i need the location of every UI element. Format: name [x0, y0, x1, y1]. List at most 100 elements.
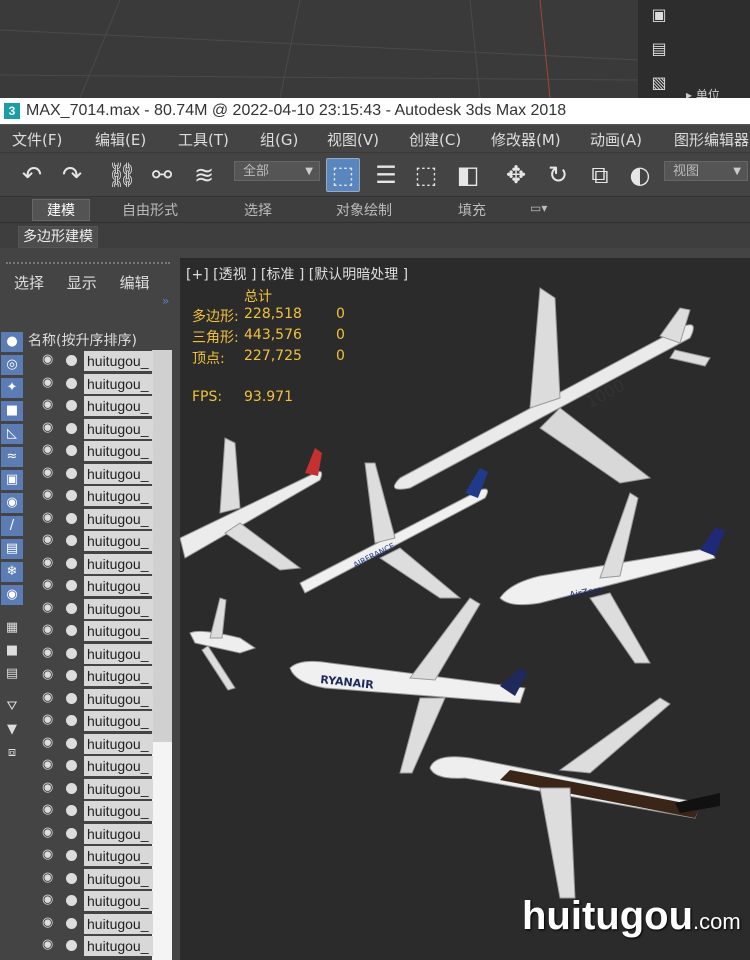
- list-item[interactable]: ◉ huitugou_: [28, 665, 174, 687]
- visibility-eye-icon[interactable]: ◉: [42, 600, 53, 615]
- camera-icon[interactable]: ▣: [648, 6, 670, 24]
- object-name[interactable]: huitugou_: [84, 598, 153, 619]
- filter-settings-icon[interactable]: ⛛: [1, 697, 23, 717]
- object-name[interactable]: huitugou_: [84, 396, 153, 416]
- visibility-eye-icon[interactable]: ◉: [42, 892, 53, 907]
- name-column-header[interactable]: 名称(按升序排序): [28, 330, 137, 350]
- cameras-filter-icon[interactable]: ■: [1, 401, 23, 421]
- freeze-toggle-icon[interactable]: [66, 557, 77, 569]
- visibility-eye-icon[interactable]: ◉: [42, 757, 53, 772]
- freeze-toggle-icon[interactable]: [66, 490, 77, 501]
- list-item[interactable]: ◉ huitugou_: [28, 710, 174, 732]
- object-name[interactable]: huitugou_: [84, 508, 153, 529]
- xrefs-filter-icon[interactable]: ◉: [1, 493, 23, 513]
- object-name[interactable]: huitugou_: [84, 418, 153, 439]
- visibility-eye-icon[interactable]: ◉: [42, 555, 53, 570]
- list-item[interactable]: ◉ huitugou_: [28, 890, 174, 912]
- object-name[interactable]: huitugou_: [84, 666, 153, 686]
- rect-selection-region-icon[interactable]: ⬚: [410, 159, 442, 191]
- reference-coordinate-dropdown[interactable]: 视图 ▼: [664, 161, 748, 181]
- visibility-eye-icon[interactable]: ◉: [42, 577, 53, 592]
- link-icon[interactable]: ⛓: [106, 159, 138, 191]
- list-item[interactable]: ◉ huitugou_: [28, 418, 174, 440]
- list-item[interactable]: ◉ huitugou_: [28, 733, 174, 755]
- visibility-eye-icon[interactable]: ◉: [42, 825, 53, 840]
- visibility-eye-icon[interactable]: ◉: [42, 622, 53, 637]
- freeze-toggle-icon[interactable]: [66, 647, 77, 659]
- menu-graph-editors[interactable]: 图形编辑器: [674, 129, 749, 150]
- list-item[interactable]: ◉ huitugou_: [28, 755, 174, 777]
- object-name[interactable]: huitugou_: [84, 441, 153, 461]
- spacewarps-filter-icon[interactable]: ≈: [1, 447, 23, 467]
- visibility-eye-icon[interactable]: ◉: [42, 442, 53, 457]
- object-name[interactable]: huitugou_: [84, 688, 153, 709]
- display-none-icon[interactable]: ■: [1, 641, 23, 661]
- selection-filter-dropdown[interactable]: 全部 ▼: [234, 161, 320, 181]
- shapes-filter-icon[interactable]: ◎: [1, 355, 23, 375]
- visibility-eye-icon[interactable]: ◉: [42, 847, 53, 862]
- menu-group[interactable]: 组(G): [260, 129, 298, 150]
- freeze-toggle-icon[interactable]: [66, 512, 77, 524]
- freeze-toggle-icon[interactable]: [66, 580, 77, 591]
- menu-edit[interactable]: 编辑(E): [95, 129, 146, 150]
- object-name[interactable]: huitugou_: [84, 891, 153, 911]
- polygon-modeling-panel[interactable]: 多边形建模: [18, 226, 98, 248]
- object-name[interactable]: huitugou_: [84, 553, 153, 574]
- object-name[interactable]: huitugou_: [84, 463, 153, 484]
- list-item[interactable]: ◉ huitugou_: [28, 800, 174, 822]
- tab-modeling[interactable]: 建模: [32, 199, 90, 221]
- list-item[interactable]: ◉ huitugou_: [28, 575, 174, 597]
- menu-file[interactable]: 文件(F): [12, 129, 62, 150]
- image-icon[interactable]: ▧: [648, 74, 670, 92]
- visibility-eye-icon[interactable]: ◉: [42, 780, 53, 795]
- object-name[interactable]: huitugou_: [84, 778, 153, 799]
- freeze-toggle-icon[interactable]: [66, 377, 77, 389]
- containers-filter-icon[interactable]: ▤: [1, 539, 23, 559]
- double-chevron-icon[interactable]: »: [162, 294, 169, 308]
- tab-populate[interactable]: 填充: [458, 200, 486, 220]
- rotate-icon[interactable]: ↻: [542, 159, 574, 191]
- visibility-eye-icon[interactable]: ◉: [42, 690, 53, 705]
- geometry-filter-icon[interactable]: ●: [1, 332, 23, 352]
- object-name[interactable]: huitugou_: [84, 711, 153, 731]
- list-item[interactable]: ◉ huitugou_: [28, 553, 174, 575]
- visibility-eye-icon[interactable]: ◉: [42, 802, 53, 817]
- tab-freeform[interactable]: 自由形式: [122, 200, 178, 220]
- list-item[interactable]: ◉ huitugou_: [28, 598, 174, 620]
- object-name[interactable]: huitugou_: [84, 531, 153, 551]
- ribbon-options-icon[interactable]: ▭▾: [530, 201, 547, 215]
- visibility-eye-icon[interactable]: ◉: [42, 420, 53, 435]
- object-name[interactable]: huitugou_: [84, 486, 153, 506]
- freeze-toggle-icon[interactable]: [66, 535, 77, 546]
- list-item[interactable]: ◉ huitugou_: [28, 373, 174, 395]
- visibility-eye-icon[interactable]: ◉: [42, 645, 53, 660]
- freeze-toggle-icon[interactable]: [66, 400, 77, 411]
- object-name[interactable]: huitugou_: [84, 913, 153, 934]
- helpers-filter-icon[interactable]: ◺: [1, 424, 23, 444]
- layers-icon[interactable]: ⧈: [1, 743, 23, 763]
- menu-display[interactable]: 显示: [67, 274, 97, 292]
- list-item[interactable]: ◉ huitugou_: [28, 868, 174, 890]
- freeze-toggle-icon[interactable]: [66, 670, 77, 681]
- menu-animation[interactable]: 动画(A): [590, 129, 642, 150]
- placement-icon[interactable]: ◐: [624, 159, 656, 191]
- freeze-toggle-icon[interactable]: [66, 355, 77, 366]
- visibility-eye-icon[interactable]: ◉: [42, 712, 53, 727]
- list-item[interactable]: ◉ huitugou_: [28, 845, 174, 867]
- menu-create[interactable]: 创建(C): [409, 129, 461, 150]
- list-item[interactable]: ◉ huitugou_: [28, 530, 174, 552]
- menu-tools[interactable]: 工具(T): [178, 129, 229, 150]
- object-name[interactable]: huitugou_: [84, 373, 153, 394]
- redo-icon[interactable]: ↷: [56, 159, 88, 191]
- frozen-filter-icon[interactable]: ❄: [1, 562, 23, 582]
- freeze-toggle-icon[interactable]: [66, 625, 77, 636]
- freeze-toggle-icon[interactable]: [66, 692, 77, 704]
- freeze-toggle-icon[interactable]: [66, 917, 77, 929]
- list-item[interactable]: ◉ huitugou_: [28, 463, 174, 485]
- visibility-eye-icon[interactable]: ◉: [42, 735, 53, 750]
- bind-spacewarp-icon[interactable]: ≋: [188, 159, 220, 191]
- filter-icon[interactable]: ▼: [1, 720, 23, 740]
- visibility-eye-icon[interactable]: ◉: [42, 915, 53, 930]
- tab-object-paint[interactable]: 对象绘制: [336, 200, 392, 220]
- menu-select[interactable]: 选择: [14, 274, 44, 292]
